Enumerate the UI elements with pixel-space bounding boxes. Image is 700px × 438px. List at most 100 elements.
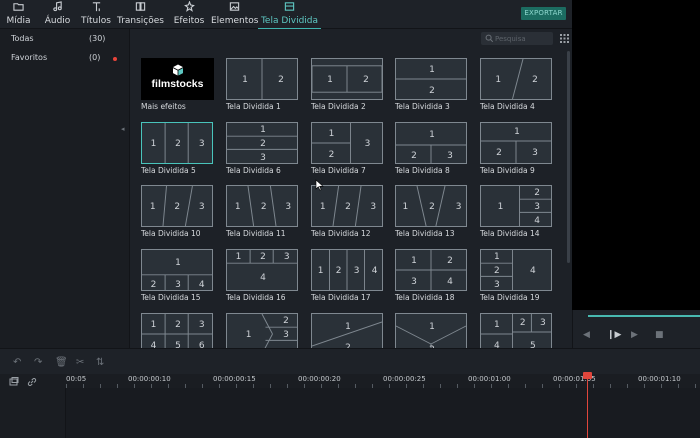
folder-icon — [0, 1, 37, 15]
region-number-label: 2 — [283, 316, 289, 327]
preset-caption: Tela Dividida 18 — [395, 293, 455, 302]
favorite-dot-icon — [113, 57, 117, 61]
region-number-label: 3 — [455, 202, 462, 212]
transitions-icon — [117, 1, 164, 15]
preset-caption: Tela Dividida 15 — [141, 293, 201, 302]
link-icon[interactable] — [27, 377, 37, 387]
search-input[interactable] — [495, 32, 551, 45]
tab-split-screen[interactable]: Tela Dividida — [258, 0, 321, 30]
filmstocks-thumbnail[interactable]: filmstocks — [141, 58, 214, 100]
preset-caption: Tela Dividida 7 — [311, 166, 366, 175]
preset-caption: Tela Dividida 16 — [226, 293, 286, 302]
tab-audio[interactable]: Áudio — [41, 0, 74, 29]
preset-thumbnail[interactable]: 12 — [226, 58, 298, 100]
region-number-label: 3 — [175, 279, 181, 290]
preview-controls: ◀ ❙▶ ▶ ■ — [572, 310, 700, 348]
preset-thumbnail[interactable]: 12 — [311, 58, 383, 100]
tab-effects[interactable]: Efeitos — [172, 0, 206, 29]
title-icon — [79, 1, 113, 15]
image-icon — [211, 1, 257, 15]
region-number-label: 4 — [529, 266, 536, 276]
preset-thumbnail[interactable]: 1 2 3 — [480, 122, 552, 164]
sidebar-item-all[interactable]: Todas (30) — [0, 29, 122, 49]
play-pause-icon[interactable]: ❙▶ — [607, 330, 621, 340]
undo-icon[interactable]: ↶ — [13, 357, 21, 368]
region-number-label: 2 — [496, 148, 502, 159]
playhead-line[interactable] — [587, 377, 588, 438]
preset-thumbnail[interactable]: 1 2 3 4 — [311, 249, 383, 291]
preset-thumbnail[interactable]: 1 2 3 — [141, 185, 213, 227]
preset-thumbnail[interactable]: 1 2 3 4 — [141, 249, 213, 291]
region-number-label: 3 — [285, 202, 292, 212]
region-number-label: 1 — [327, 75, 333, 85]
region-number-label: 1 — [493, 251, 500, 262]
collapse-sidebar-icon[interactable]: ◂ — [121, 125, 125, 133]
preset-thumbnail[interactable]: 1 2 3 — [226, 122, 298, 164]
stop-icon[interactable]: ■ — [655, 330, 664, 340]
previous-frame-icon[interactable]: ◀ — [583, 330, 590, 340]
ruler-time-label: 00:00:01:10 — [638, 375, 681, 383]
preset-caption: Tela Dividida 8 — [395, 166, 450, 175]
tab-transitions[interactable]: Transições — [117, 0, 164, 29]
preset-thumbnail[interactable]: 1 2 3 — [395, 185, 467, 227]
library-scrollbar[interactable] — [567, 51, 570, 263]
preset-caption: Tela Dividida 2 — [311, 102, 366, 111]
preset-thumbnail[interactable]: 1 2 3 — [311, 122, 383, 164]
region-number-label: 4 — [371, 266, 378, 276]
preset-thumbnail[interactable]: 1 2 3 4 — [226, 249, 298, 291]
region-number-label: 3 — [283, 251, 290, 262]
region-number-label: 2 — [411, 150, 417, 161]
preset-caption: Tela Dividida 4 — [480, 102, 535, 111]
region-number-label: 1 — [497, 202, 504, 212]
region-number-label: 1 — [345, 321, 351, 332]
region-number-label: 4 — [534, 215, 541, 226]
region-number-label: 1 — [260, 124, 266, 135]
delete-icon[interactable]: 🗑 — [55, 357, 68, 368]
ruler-time-label: 00:00:00:10 — [128, 375, 171, 383]
preset-caption: Tela Dividida 14 — [480, 229, 540, 238]
region-number-label: 2 — [174, 202, 181, 212]
sidebar-item-favorites[interactable]: Favoritos (0) — [0, 48, 122, 68]
region-number-label: 2 — [260, 251, 266, 262]
export-button[interactable]: EXPORTAR — [521, 7, 566, 20]
ruler-time-label: 00:00:00:25 — [383, 375, 426, 383]
preset-thumbnail[interactable]: 12 — [480, 58, 552, 100]
region-number-label: 3 — [198, 319, 205, 330]
preview-progress-bar[interactable] — [588, 315, 700, 317]
preset-caption: Tela Dividida 9 — [480, 166, 535, 175]
add-track-icon[interactable] — [9, 377, 19, 387]
preset-thumbnail[interactable]: 1 2 3 — [311, 185, 383, 227]
preset-thumbnail[interactable]: 12 — [395, 58, 467, 100]
next-frame-icon[interactable]: ▶ — [631, 330, 638, 340]
preset-thumbnail[interactable]: 1 2 3 4 — [480, 249, 552, 291]
cut-icon[interactable]: ✂ — [76, 357, 84, 368]
category-sidebar: Todas (30) Favoritos (0) ◂ — [0, 29, 130, 348]
region-number-label: 2 — [260, 139, 266, 149]
region-number-label: 2 — [429, 85, 435, 96]
region-number-label: 1 — [150, 139, 157, 149]
preset-thumbnail[interactable]: 1 2 3 — [141, 122, 213, 164]
ruler-time-label: 00:00:00:15 — [213, 375, 256, 383]
tab-titles[interactable]: Títulos — [79, 0, 113, 29]
grid-view-icon[interactable] — [560, 34, 569, 43]
region-number-label: 3 — [198, 202, 205, 212]
region-number-label: 2 — [429, 202, 435, 212]
region-number-label: 4 — [198, 279, 205, 290]
region-number-label: 3 — [540, 318, 546, 329]
filmstocks-logo-icon — [173, 64, 183, 76]
preset-thumbnail[interactable]: 1 2 3 — [226, 185, 298, 227]
tab-media[interactable]: Mídia — [0, 0, 37, 29]
preset-thumbnail[interactable]: 1 2 3 4 — [480, 185, 552, 227]
timeline-tracks[interactable] — [66, 388, 700, 438]
search-box[interactable] — [481, 32, 553, 45]
preset-thumbnail[interactable]: 1 2 3 4 — [395, 249, 467, 291]
region-number-label: 2 — [328, 149, 335, 160]
tab-elements[interactable]: Elementos — [211, 0, 258, 29]
effects-icon — [172, 0, 206, 15]
region-number-label: 1 — [234, 202, 241, 212]
adjust-icon[interactable]: ⇅ — [96, 357, 104, 368]
timeline-ruler[interactable]: 00:05 00:00:00:10 00:00:00:15 00:00:00:20 00… — [0, 374, 700, 388]
redo-icon[interactable]: ↷ — [34, 357, 42, 368]
music-note-icon — [41, 1, 74, 15]
preset-thumbnail[interactable]: 1 2 3 — [395, 122, 467, 164]
